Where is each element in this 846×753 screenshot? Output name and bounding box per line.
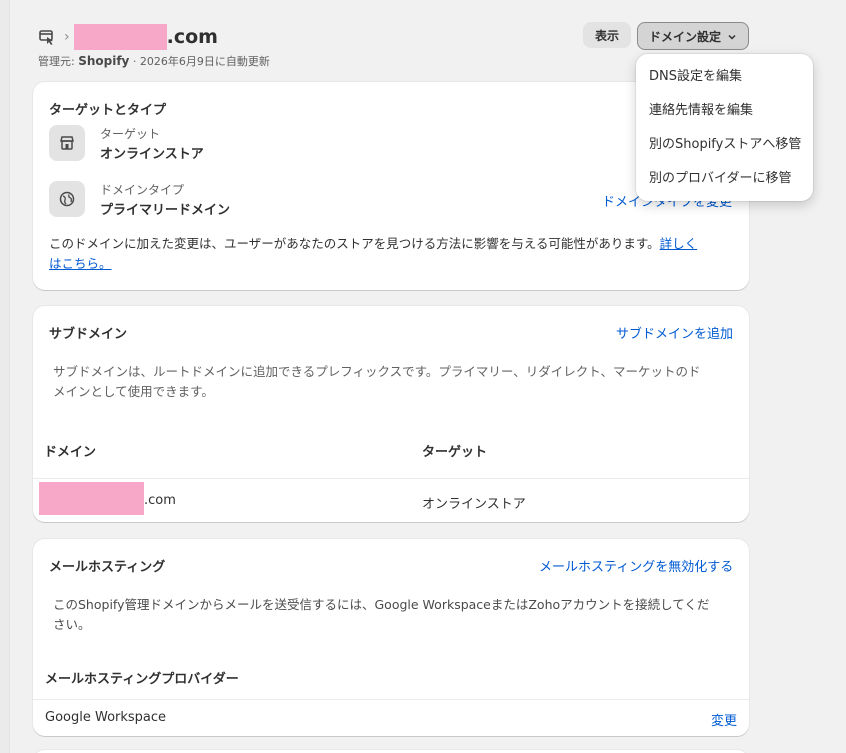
- mail-hosting-title: メールホスティング: [49, 560, 166, 575]
- breadcrumb: › .com: [38, 24, 218, 50]
- provider-value: Google Workspace: [45, 710, 167, 725]
- domain-meta: 管理元: Shopify · 2026年6月9日に自動更新: [38, 53, 270, 69]
- subdomain-description-line1: サブドメインは、ルートドメインに追加できるプレフィックスです。プライマリー、リダ…: [53, 364, 701, 379]
- store-icon: [49, 125, 85, 161]
- menu-item-edit-contact[interactable]: 連絡先情報を編集: [636, 94, 813, 128]
- mail-description-line1: このShopify管理ドメインからメールを送受信するには、Google Work…: [53, 597, 710, 612]
- subdomain-description: サブドメインは、ルートドメインに追加できるプレフィックスです。プライマリー、リダ…: [53, 362, 743, 402]
- subdomain-description-line2: メインとして使用できます。: [53, 384, 214, 399]
- globe-icon: [49, 181, 85, 217]
- mail-description-line2: さい。: [53, 617, 91, 632]
- redacted-subdomain: [39, 482, 144, 515]
- menu-item-edit-dns[interactable]: DNS設定を編集: [636, 60, 813, 94]
- change-notice-text: このドメインに加えた変更は、ユーザーがあなたのストアを見つける方法に影響を与える…: [49, 236, 660, 251]
- domain-settings-label: ドメイン設定: [648, 29, 721, 44]
- breadcrumb-separator: ›: [64, 29, 70, 45]
- domains-icon[interactable]: [38, 28, 56, 46]
- page-title: .com: [73, 24, 218, 50]
- domain-type-value: プライマリードメイン: [100, 203, 231, 218]
- column-header-domain: ドメイン: [44, 445, 97, 460]
- subdomain-title: サブドメイン: [49, 327, 128, 342]
- table-row[interactable]: .com オンラインストア: [33, 479, 749, 522]
- domain-settings-button[interactable]: ドメイン設定: [637, 22, 749, 50]
- subdomain-suffix: .com: [144, 493, 176, 508]
- subdomain-card: サブドメイン サブドメインを追加 サブドメインは、ルートドメインに追加できるプレ…: [33, 306, 749, 522]
- domain-settings-menu: DNS設定を編集 連絡先情報を編集 別のShopifyストアへ移管 別のプロバイ…: [636, 54, 813, 201]
- learn-more-link[interactable]: 詳しく: [660, 236, 698, 251]
- learn-more-link-continued[interactable]: はこちら。: [49, 256, 112, 271]
- mail-hosting-description: このShopify管理ドメインからメールを送受信するには、Google Work…: [53, 595, 743, 635]
- left-rail: [0, 0, 10, 753]
- managed-by-label: 管理元:: [38, 55, 79, 68]
- menu-item-transfer-shopify[interactable]: 別のShopifyストアへ移管: [636, 128, 813, 162]
- change-provider-link[interactable]: 変更: [711, 710, 737, 729]
- mail-hosting-card: メールホスティング メールホスティングを無効化する このShopify管理ドメイ…: [33, 539, 749, 736]
- subdomain-target: オンラインストア: [422, 497, 526, 512]
- target-type-title: ターゲットとタイプ: [49, 103, 167, 118]
- view-button[interactable]: 表示: [583, 22, 631, 48]
- managed-by-value: Shopify: [78, 54, 130, 68]
- renewal-text: · 2026年6月9日に自動更新: [129, 55, 270, 68]
- change-notice: このドメインに加えた変更は、ユーザーがあなたのストアを見つける方法に影響を与える…: [49, 234, 739, 274]
- target-label: ターゲット: [100, 127, 161, 141]
- view-button-label: 表示: [594, 28, 619, 43]
- chevron-down-icon: [727, 31, 737, 41]
- redacted-domain: [73, 24, 167, 50]
- target-value: オンラインストア: [100, 147, 204, 162]
- add-subdomain-link[interactable]: サブドメインを追加: [616, 323, 733, 342]
- disable-mail-hosting-link[interactable]: メールホスティングを無効化する: [539, 556, 733, 575]
- provider-divider: [33, 699, 749, 700]
- column-header-target: ターゲット: [422, 445, 488, 460]
- domain-type-label: ドメインタイプ: [100, 183, 185, 197]
- provider-header: メールホスティングプロバイダー: [45, 672, 239, 687]
- menu-item-transfer-provider[interactable]: 別のプロバイダーに移管: [636, 162, 813, 196]
- domain-suffix: .com: [166, 26, 218, 48]
